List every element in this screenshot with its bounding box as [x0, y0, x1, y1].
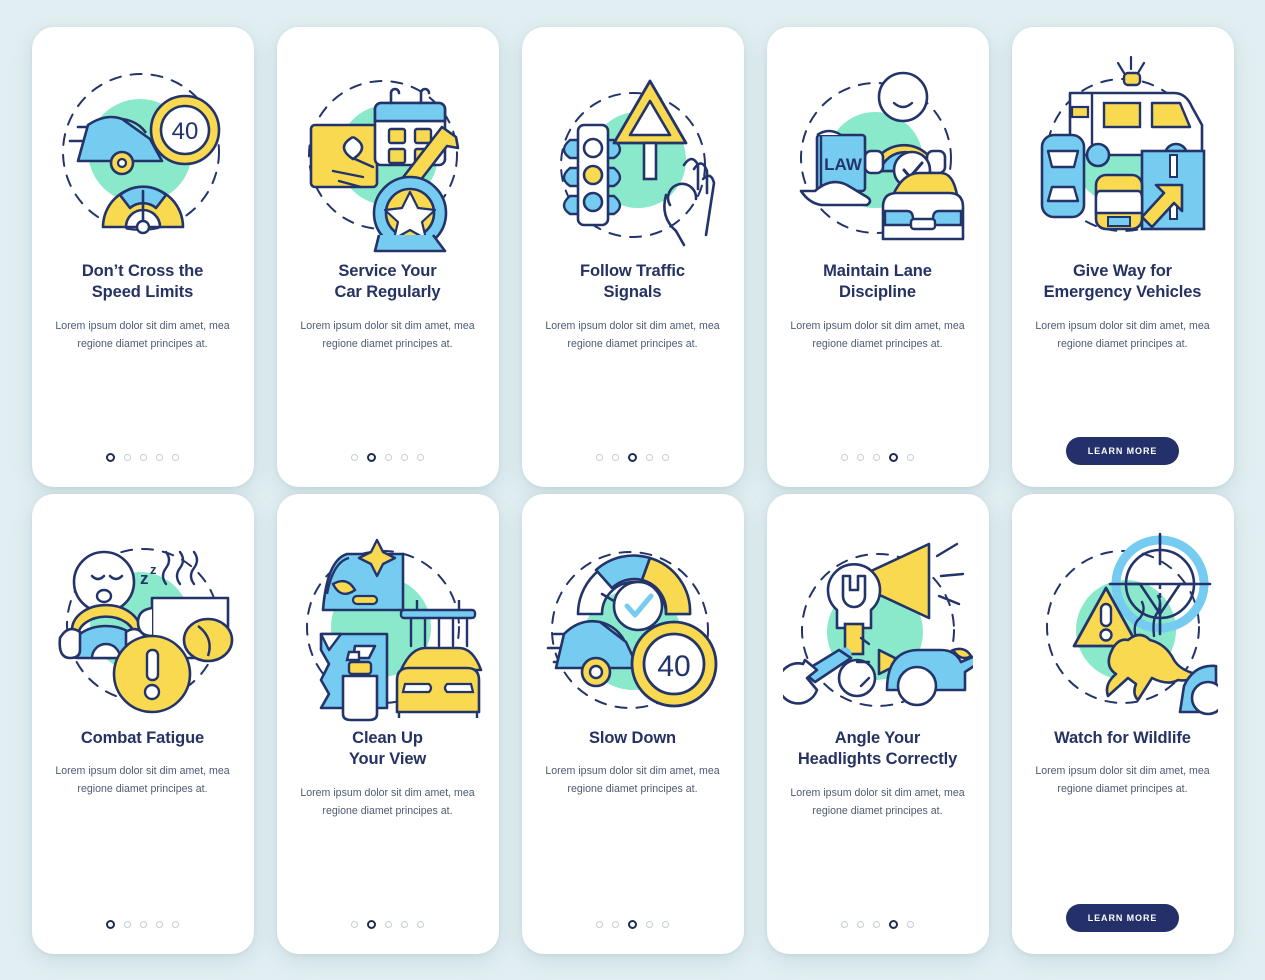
svg-text:LAW: LAW — [824, 155, 863, 174]
pagination-dot[interactable] — [841, 920, 848, 928]
onboarding-screen-dont-cross-the-speed-limits: 40 Don’t Cross the Speed Limits Lorem ipsu… — [31, 26, 254, 487]
screen-description: Lorem ipsum dolor sit dim amet, mea regi… — [790, 320, 965, 350]
pagination-dot[interactable] — [646, 453, 653, 461]
pagination-dot[interactable] — [417, 453, 424, 461]
pagination-dot[interactable] — [385, 920, 392, 928]
learn-more-button[interactable]: LEARN MORE — [1065, 436, 1180, 465]
pagination-dot-active[interactable] — [367, 452, 376, 462]
pagination-dot[interactable] — [612, 920, 619, 928]
svg-text:z: z — [150, 562, 157, 577]
onboarding-screen-service-your-car-regularly: Service Your Car Regularly Lorem ipsum dol… — [276, 26, 499, 487]
screen-title: Service Your Car Regularly — [334, 261, 441, 302]
wrench-headlight-beam-icon — [782, 522, 973, 722]
screen-description: Lorem ipsum dolor sit dim amet, mea regi… — [1035, 320, 1210, 350]
pagination-dots — [841, 919, 914, 929]
svg-text:40: 40 — [171, 118, 198, 145]
pagination-dot[interactable] — [612, 453, 619, 461]
screen-description: Lorem ipsum dolor sit dim amet, mea regi… — [300, 320, 475, 350]
screen-title: Maintain Lane Discipline — [823, 261, 932, 302]
pagination-dot-active[interactable] — [106, 452, 115, 462]
pagination-dot[interactable] — [401, 453, 408, 461]
pagination-dot[interactable] — [596, 453, 603, 461]
svg-text:40: 40 — [657, 650, 690, 683]
pagination-dot[interactable] — [351, 920, 358, 928]
onboarding-screen-slow-down: 40 Slow Down Lorem ipsum dolor sit dim am… — [521, 493, 744, 954]
pagination-dot[interactable] — [662, 453, 669, 461]
pagination-dot-active[interactable] — [628, 919, 637, 929]
screen-description: Lorem ipsum dolor sit dim amet, mea regi… — [300, 787, 475, 817]
sleepy-face-coffee-alert-icon: z z — [48, 522, 238, 722]
calendar-wrench-tire-icon — [293, 55, 483, 255]
screen-title: Angle Your Headlights Correctly — [797, 728, 958, 769]
screen-title: Follow Traffic Signals — [580, 261, 685, 302]
screen-description: Lorem ipsum dolor sit dim amet, mea regi… — [55, 765, 230, 795]
pagination-dots — [351, 452, 424, 462]
screen-title: Give Way for Emergency Vehicles — [1043, 261, 1202, 302]
svg-text:z: z — [140, 569, 149, 588]
screen-title: Combat Fatigue — [80, 728, 205, 747]
pagination-dot[interactable] — [907, 920, 914, 928]
pagination-dots — [596, 919, 669, 929]
pagination-dot[interactable] — [857, 453, 864, 461]
pagination-dot-active[interactable] — [106, 919, 115, 929]
pagination-dot[interactable] — [662, 920, 669, 928]
onboarding-screen-follow-traffic-signals: Follow Traffic Signals Lorem ipsum dolor s… — [521, 26, 744, 487]
onboarding-screen-angle-your-headlights-correctly: Angle Your Headlights Correctly Lorem ipsu… — [766, 493, 989, 954]
pagination-dot-active[interactable] — [889, 452, 898, 462]
pagination-dot[interactable] — [401, 920, 408, 928]
pagination-dot[interactable] — [857, 920, 864, 928]
traffic-light-warning-sign-icon — [538, 55, 728, 255]
pagination-dot[interactable] — [172, 920, 179, 928]
pagination-dot[interactable] — [873, 920, 880, 928]
onboarding-screen-give-way-for-emergency-vehicles: Give Way for Emergency Vehicles Lorem ipsu… — [1011, 26, 1234, 487]
car-wash-spray-bottle-icon — [293, 522, 483, 722]
speedometer-check-speed-sign-icon: 40 — [538, 522, 728, 722]
screen-title: Slow Down — [588, 728, 677, 747]
pagination-dot[interactable] — [385, 453, 392, 461]
onboarding-screen-clean-up-your-view: Clean Up Your View Lorem ipsum dolor sit d… — [276, 493, 499, 954]
screen-title: Don’t Cross the Speed Limits — [81, 261, 204, 302]
screen-description: Lorem ipsum dolor sit dim amet, mea regi… — [545, 765, 720, 795]
law-book-driver-car-icon: LAW — [783, 55, 973, 255]
pagination-dots — [596, 452, 669, 462]
pagination-dot[interactable] — [646, 920, 653, 928]
pagination-dot[interactable] — [156, 920, 163, 928]
pagination-dot[interactable] — [140, 453, 147, 461]
ambulance-road-merge-icon — [1028, 55, 1218, 255]
pagination-dot[interactable] — [156, 453, 163, 461]
pagination-dot[interactable] — [841, 453, 848, 461]
pagination-dot-active[interactable] — [367, 919, 376, 929]
pagination-dots — [351, 919, 424, 929]
pagination-dot[interactable] — [172, 453, 179, 461]
pagination-dot[interactable] — [907, 453, 914, 461]
pagination-dot[interactable] — [351, 453, 358, 461]
onboarding-screen-maintain-lane-discipline: LAW Maintain Lane Discipline Lorem ipsum d… — [766, 26, 989, 487]
onboarding-screens-board: 40 Don’t Cross the Speed Limits Lorem ipsu… — [0, 0, 1265, 980]
screen-title: Clean Up Your View — [348, 728, 427, 769]
deer-warning-crosshair-icon — [1028, 522, 1218, 722]
pagination-dot-active[interactable] — [889, 919, 898, 929]
speed-limit-car-icon: 40 — [48, 55, 238, 255]
pagination-dots — [106, 452, 179, 462]
pagination-dot[interactable] — [124, 453, 131, 461]
pagination-dot[interactable] — [596, 920, 603, 928]
pagination-dot[interactable] — [124, 920, 131, 928]
screen-description: Lorem ipsum dolor sit dim amet, mea regi… — [790, 787, 965, 817]
learn-more-button[interactable]: LEARN MORE — [1065, 903, 1180, 932]
pagination-dot[interactable] — [417, 920, 424, 928]
screen-description: Lorem ipsum dolor sit dim amet, mea regi… — [1035, 765, 1210, 795]
pagination-dots — [106, 919, 179, 929]
pagination-dots — [841, 452, 914, 462]
onboarding-screen-watch-for-wildlife: Watch for Wildlife Lorem ipsum dolor sit … — [1011, 493, 1234, 954]
pagination-dot-active[interactable] — [628, 452, 637, 462]
screen-description: Lorem ipsum dolor sit dim amet, mea regi… — [55, 320, 230, 350]
pagination-dot[interactable] — [873, 453, 880, 461]
pagination-dot[interactable] — [140, 920, 147, 928]
screen-description: Lorem ipsum dolor sit dim amet, mea regi… — [545, 320, 720, 350]
onboarding-screen-combat-fatigue: z z Combat Fatigue Lorem ipsum dolor sit … — [31, 493, 254, 954]
screen-title: Watch for Wildlife — [1054, 728, 1191, 747]
